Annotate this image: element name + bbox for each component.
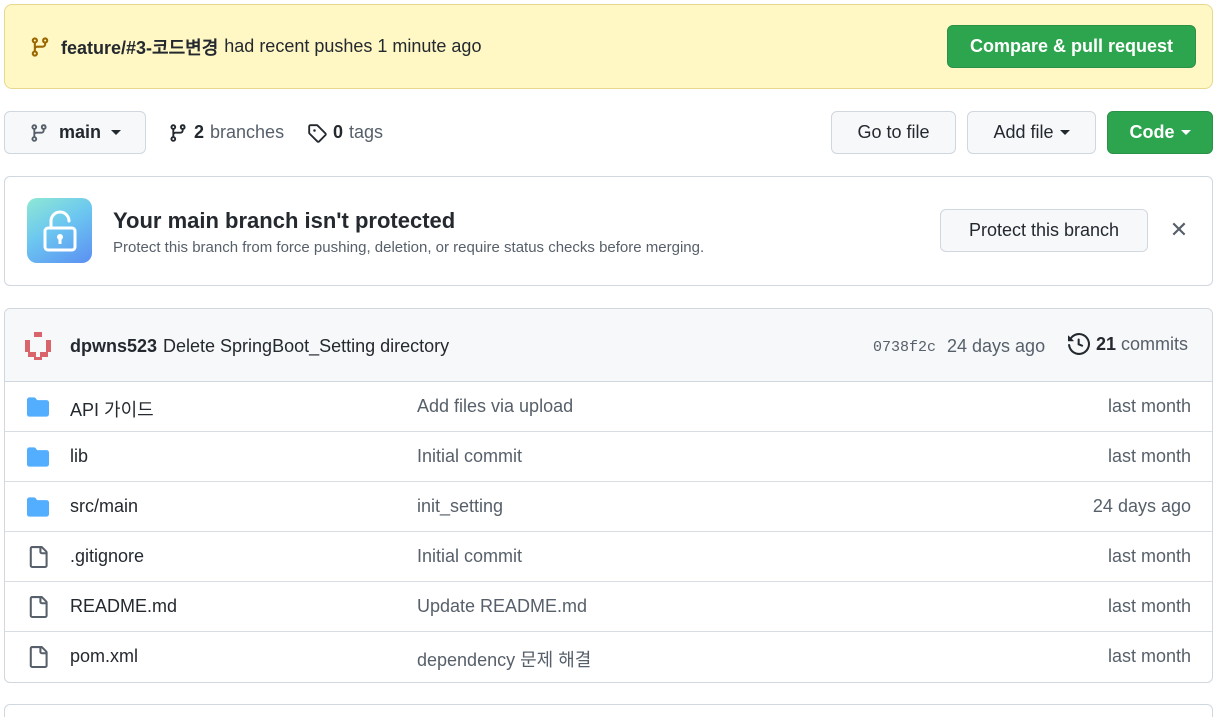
file-name[interactable]: API 가이드: [70, 396, 154, 422]
file-commit-message[interactable]: Update README.md: [417, 596, 587, 617]
tag-icon: [308, 123, 327, 143]
close-icon[interactable]: ✕: [1168, 217, 1190, 242]
chevron-down-icon: [111, 130, 121, 135]
git-branch-icon: [31, 36, 49, 57]
commit-sha[interactable]: 0738f2c: [873, 339, 936, 356]
folder-icon: [27, 447, 49, 467]
push-status-text: had recent pushes 1 minute ago: [224, 36, 482, 56]
commit-message[interactable]: Delete SpringBoot_Setting directory: [163, 336, 449, 357]
file-icon: [29, 546, 48, 568]
file-commit-date: last month: [1107, 646, 1191, 666]
tags-link[interactable]: 0 tags: [307, 111, 383, 154]
current-branch-label: main: [58, 122, 101, 142]
recent-push-banner: feature/#3-코드변경 had recent pushes 1 minu…: [4, 4, 1213, 89]
protect-branch-button[interactable]: Protect this branch: [940, 209, 1148, 252]
file-name[interactable]: .gitignore: [70, 546, 144, 567]
file-icon: [29, 646, 48, 668]
git-branch-icon: [31, 123, 47, 142]
tags-count: 0: [333, 122, 344, 142]
file-row[interactable]: src/main init_setting 24 days ago: [5, 482, 1212, 532]
file-commit-message[interactable]: Initial commit: [417, 546, 522, 567]
file-commit-message[interactable]: dependency 문제 해결: [417, 646, 591, 672]
file-browser: dpwns523 Delete SpringBoot_Setting direc…: [4, 308, 1213, 683]
file-name[interactable]: pom.xml: [70, 646, 138, 667]
file-row[interactable]: README.md Update README.md last month: [5, 582, 1212, 632]
file-commit-message[interactable]: Initial commit: [417, 446, 522, 467]
file-row[interactable]: lib Initial commit last month: [5, 432, 1212, 482]
file-commit-message[interactable]: Add files via upload: [417, 396, 573, 417]
repo-toolbar: main 2 branches 0 tags Go to file Add fi…: [4, 111, 1213, 154]
commit-author[interactable]: dpwns523: [70, 336, 157, 357]
protection-description: Protect this branch from force pushing, …: [113, 239, 705, 256]
readme-box: [4, 704, 1213, 717]
add-file-button[interactable]: Add file: [967, 111, 1096, 154]
file-icon: [29, 596, 48, 618]
file-row[interactable]: pom.xml dependency 문제 해결 last month: [5, 632, 1212, 682]
file-commit-date: last month: [1107, 396, 1191, 416]
compare-pull-request-button[interactable]: Compare & pull request: [947, 25, 1196, 68]
protection-title: Your main branch isn't protected: [113, 208, 456, 233]
file-commit-date: last month: [1107, 546, 1191, 566]
folder-icon: [27, 397, 49, 417]
code-button[interactable]: Code: [1107, 111, 1213, 154]
file-row[interactable]: .gitignore Initial commit last month: [5, 532, 1212, 582]
chevron-down-icon: [1059, 130, 1070, 135]
branch-select-button[interactable]: main: [4, 111, 146, 154]
branches-label: branches: [210, 122, 285, 142]
go-to-file-button[interactable]: Go to file: [831, 111, 956, 154]
git-branch-icon: [170, 123, 186, 142]
file-commit-date: 24 days ago: [1092, 496, 1191, 516]
file-name[interactable]: README.md: [70, 596, 177, 617]
branches-count: 2: [194, 122, 205, 142]
branches-link[interactable]: 2 branches: [168, 111, 284, 154]
tags-label: tags: [349, 122, 384, 142]
file-name[interactable]: src/main: [70, 496, 138, 517]
latest-commit-bar: dpwns523 Delete SpringBoot_Setting direc…: [5, 309, 1212, 382]
commits-history-link[interactable]: 21 commits: [1068, 333, 1188, 355]
chevron-down-icon: [1180, 130, 1191, 135]
file-commit-date: last month: [1107, 446, 1191, 466]
history-icon: [1068, 333, 1090, 355]
file-name[interactable]: lib: [70, 446, 88, 467]
file-commit-message[interactable]: init_setting: [417, 496, 503, 517]
file-row[interactable]: API 가이드 Add files via upload last month: [5, 382, 1212, 432]
folder-icon: [27, 497, 49, 517]
commits-count: 21: [1096, 333, 1117, 354]
branch-protection-notice: Your main branch isn't protected Protect…: [4, 176, 1213, 286]
avatar[interactable]: [22, 330, 54, 362]
code-label: Code: [1129, 122, 1175, 142]
unlock-icon: [27, 198, 92, 263]
commits-label: commits: [1121, 333, 1189, 354]
add-file-label: Add file: [993, 122, 1054, 142]
pushed-branch-name[interactable]: feature/#3-코드변경: [61, 34, 218, 60]
file-commit-date: last month: [1107, 596, 1191, 616]
commit-age: 24 days ago: [947, 336, 1046, 356]
